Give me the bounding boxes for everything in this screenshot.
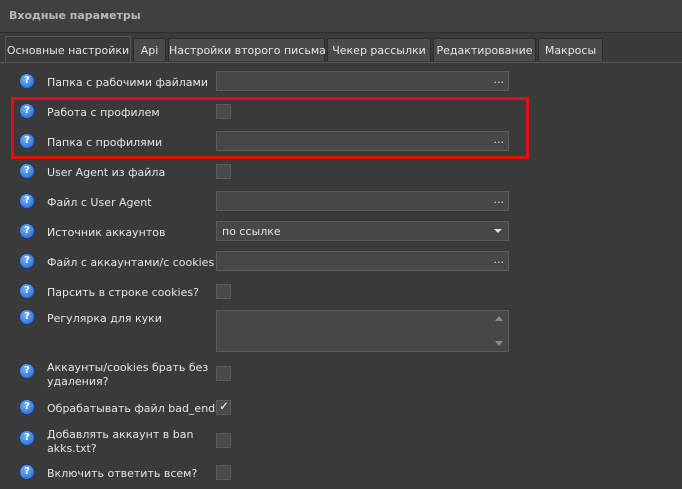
help-icon[interactable]: ? [20,364,34,378]
profile-mode-checkbox[interactable] [216,104,231,119]
parse-cookies-checkbox[interactable] [216,284,231,299]
label-take-without-delete: Аккаунты/cookies брать без удаления? [47,361,208,389]
browse-button[interactable]: ... [494,72,505,88]
chevron-down-icon[interactable] [494,229,502,233]
profiles-folder-input[interactable]: ... [216,131,509,151]
tab-mailing-checker[interactable]: Чекер рассылки [327,38,431,61]
help-icon[interactable]: ? [20,400,34,414]
tab-main-settings[interactable]: Основные настройки [5,36,131,63]
label-work-folder: Папка с рабочими файлами [47,76,208,89]
label-user-agent-from-file: User Agent из файла [47,166,166,179]
help-icon[interactable]: ? [20,104,34,118]
scroll-down-arrow[interactable] [495,341,503,346]
process-bad-end-checkbox[interactable]: ✓ [216,399,231,415]
accounts-source-select[interactable]: по ссылке [216,221,509,241]
label-user-agent-file: Файл с User Agent [47,196,152,209]
help-icon[interactable]: ? [20,194,34,208]
label-parse-cookies: Парсить в строке cookies? [47,286,199,299]
user-agent-from-file-checkbox[interactable] [216,164,231,179]
help-icon[interactable]: ? [20,431,34,445]
tab-bar: Основные настройки Api Настройки второго… [0,36,682,63]
label-profiles-folder: Папка с профилями [47,136,163,149]
help-icon[interactable]: ? [20,310,34,324]
help-icon[interactable]: ? [20,224,34,238]
label-line: удаления? [47,375,109,388]
label-line: Добавлять аккаунт в ban [47,428,194,441]
help-icon[interactable]: ? [20,134,34,148]
reply-all-checkbox[interactable] [216,465,231,480]
tab-editing[interactable]: Редактирование [433,38,536,61]
label-add-to-ban: Добавлять аккаунт в ban akks.txt? [47,428,193,456]
label-line: akks.txt? [47,442,97,455]
accounts-source-value: по ссылке [222,225,281,238]
help-icon[interactable]: ? [20,74,34,88]
add-to-ban-checkbox[interactable] [216,433,231,448]
accounts-file-input[interactable]: ... [216,251,509,271]
help-icon[interactable]: ? [20,465,34,479]
label-cookie-regex: Регулярка для куки [47,312,162,325]
panel-title: Входные параметры [9,9,141,22]
work-folder-input[interactable]: ... [216,71,509,91]
browse-button[interactable]: ... [494,132,505,148]
user-agent-file-input[interactable]: ... [216,191,509,211]
panel-header: Входные параметры [0,0,682,33]
browse-button[interactable]: ... [494,252,505,268]
help-icon[interactable]: ? [20,284,34,298]
label-process-bad-end: Обрабатывать файл bad_end? [47,402,221,415]
label-accounts-source: Источник аккаунтов [47,226,166,239]
tab-macros[interactable]: Макросы [538,38,603,61]
main-settings-form: ? Папка с рабочими файлами ... ? Работа … [0,63,682,489]
browse-button[interactable]: ... [494,192,505,208]
scroll-up-arrow[interactable] [495,316,503,321]
label-reply-all: Включить ответить всем? [47,467,198,480]
label-line: Аккаунты/cookies брать без [47,361,209,374]
cookie-regex-textarea[interactable] [216,310,509,352]
take-without-delete-checkbox[interactable] [216,366,231,381]
label-accounts-file: Файл с аккаунтами/с cookies [47,256,215,269]
help-icon[interactable]: ? [20,164,34,178]
label-profile-mode: Работа с профилем [47,106,160,119]
check-icon: ✓ [219,399,230,413]
tab-api[interactable]: Api [133,38,166,61]
tab-second-letter-settings[interactable]: Настройки второго письма [168,38,326,61]
help-icon[interactable]: ? [20,254,34,268]
